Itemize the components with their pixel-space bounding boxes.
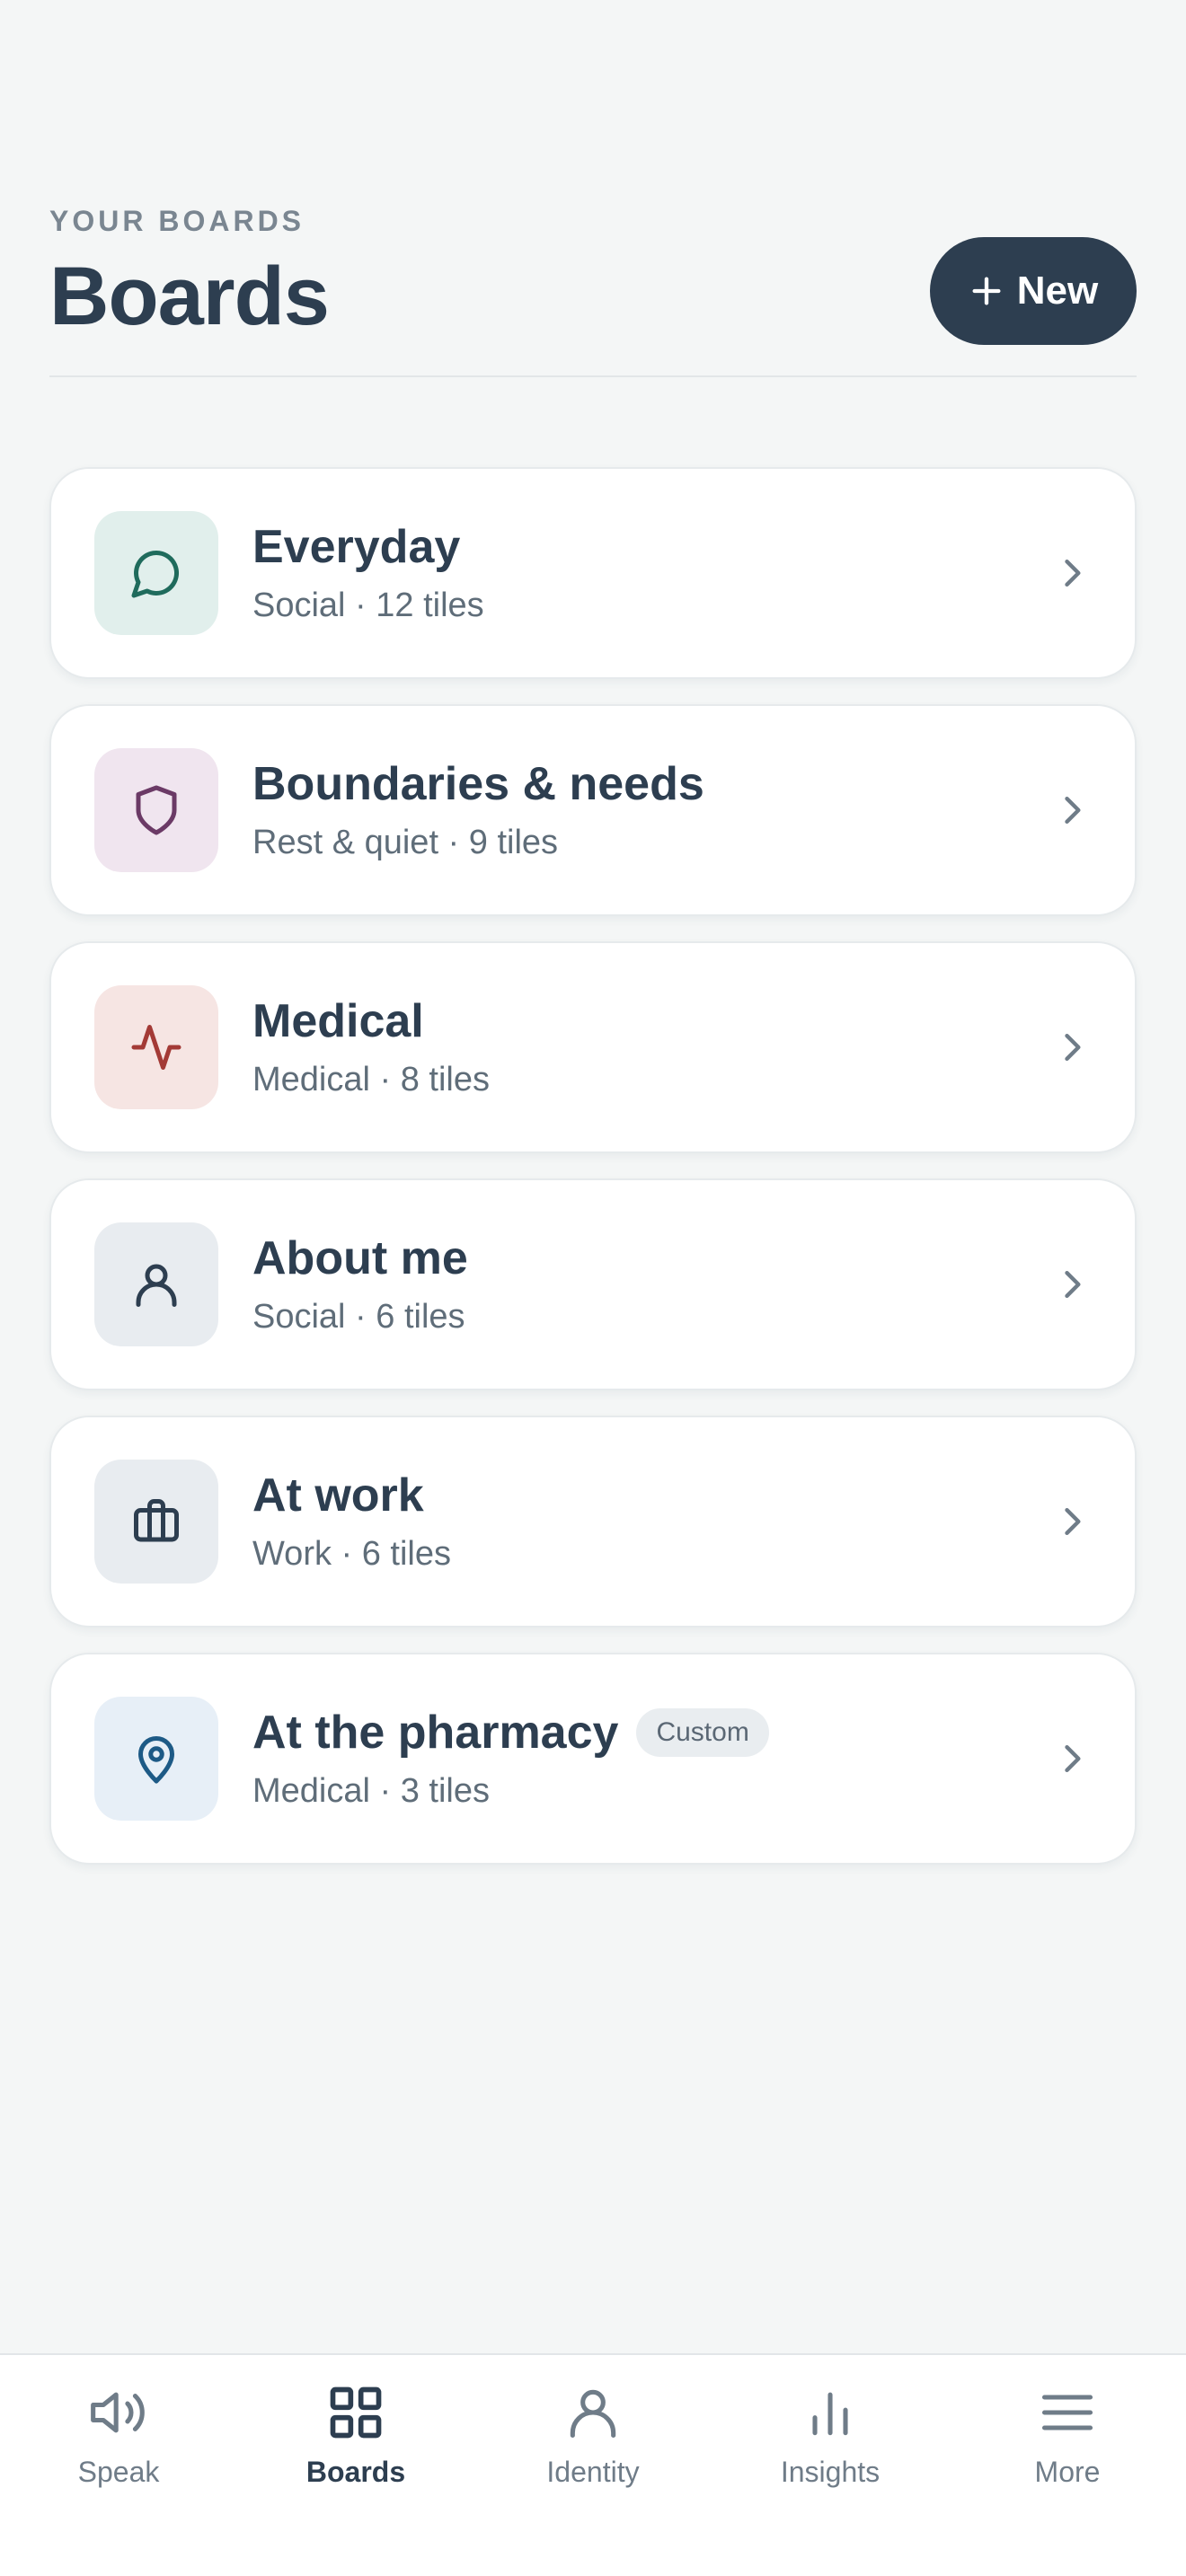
nav-item-insights[interactable]: Insights xyxy=(712,2355,949,2576)
map-pin-icon xyxy=(138,1736,174,1784)
menu-icon xyxy=(1041,2395,1093,2430)
page-title: Boards xyxy=(49,251,330,342)
nav-item-identity[interactable]: Identity xyxy=(474,2355,712,2576)
board-text: About me Social · 6 tiles xyxy=(252,1232,1052,1337)
person-icon xyxy=(136,1264,177,1307)
board-subtitle: Work · 6 tiles xyxy=(252,1535,452,1574)
board-text: Everyday Social · 12 tiles xyxy=(252,521,1052,626)
new-board-button[interactable]: New xyxy=(930,237,1137,345)
board-text: Boundaries & needs Rest & quiet · 9 tile… xyxy=(252,758,1052,863)
board-subtitle: Medical · 3 tiles xyxy=(252,1772,490,1811)
chevron-right-icon xyxy=(1065,796,1081,825)
new-button-label: New xyxy=(1016,269,1099,313)
grid-icon xyxy=(330,2386,382,2439)
board-icon-tile xyxy=(94,1460,218,1584)
speech-bubble-icon xyxy=(131,550,180,598)
board-card-at-work[interactable]: At work Work · 6 tiles xyxy=(49,1416,1137,1628)
board-title: Boundaries & needs xyxy=(252,757,704,810)
board-title: Medical xyxy=(252,994,424,1047)
board-text: Medical Medical · 8 tiles xyxy=(252,995,1052,1100)
board-icon-tile xyxy=(94,748,218,872)
board-card-boundaries-needs[interactable]: Boundaries & needs Rest & quiet · 9 tile… xyxy=(49,704,1137,916)
nav-label: Boards xyxy=(305,2456,406,2488)
chevron-right-icon xyxy=(1065,559,1081,587)
board-card-about-me[interactable]: About me Social · 6 tiles xyxy=(49,1178,1137,1390)
nav-label: Speak xyxy=(77,2456,160,2488)
board-title: About me xyxy=(252,1231,468,1284)
page-eyebrow: YOUR BOARDS xyxy=(49,205,305,237)
person-icon xyxy=(570,2389,616,2439)
nav-item-more[interactable]: More xyxy=(949,2355,1186,2576)
board-card-medical[interactable]: Medical Medical · 8 tiles xyxy=(49,941,1137,1153)
bar-chart-icon xyxy=(812,2392,848,2436)
board-icon-tile xyxy=(94,511,218,635)
board-subtitle: Medical · 8 tiles xyxy=(252,1061,490,1099)
board-icon-tile xyxy=(94,985,218,1109)
nav-item-boards[interactable]: Boards xyxy=(237,2355,474,2576)
chevron-right-icon xyxy=(1065,1507,1081,1536)
chevron-right-icon xyxy=(1065,1270,1081,1299)
pulse-icon xyxy=(131,1025,181,1070)
board-title-row: At the pharmacy Custom xyxy=(252,1707,1052,1760)
board-icon-tile xyxy=(94,1222,218,1346)
nav-label: More xyxy=(1034,2456,1101,2488)
nav-item-speak[interactable]: Speak xyxy=(0,2355,237,2576)
shield-icon xyxy=(136,785,177,835)
board-text: At work Work · 6 tiles xyxy=(252,1469,1052,1575)
board-title: At the pharmacy xyxy=(252,1706,619,1759)
board-list: Everyday Social · 12 tiles Boundaries & … xyxy=(49,467,1137,1865)
board-subtitle: Social · 6 tiles xyxy=(252,1298,465,1337)
board-text: At the pharmacy Custom Medical · 3 tiles xyxy=(252,1707,1052,1812)
board-subtitle: Rest & quiet · 9 tiles xyxy=(252,824,559,862)
boards-screen: YOUR BOARDS Boards New Everyday Social ·… xyxy=(0,0,1186,2576)
custom-badge: Custom xyxy=(636,1708,769,1758)
board-title: Everyday xyxy=(252,520,461,573)
board-card-at-the-pharmacy[interactable]: At the pharmacy Custom Medical · 3 tiles xyxy=(49,1653,1137,1865)
board-title-row: About me xyxy=(252,1232,1052,1286)
plus-icon xyxy=(972,277,1001,305)
speaker-icon xyxy=(91,2392,145,2433)
briefcase-icon xyxy=(134,1499,179,1542)
chevron-right-icon xyxy=(1065,1744,1081,1773)
board-card-everyday[interactable]: Everyday Social · 12 tiles xyxy=(49,467,1137,679)
board-subtitle: Social · 12 tiles xyxy=(252,587,484,625)
chevron-right-icon xyxy=(1065,1033,1081,1062)
page-header: YOUR BOARDS Boards New xyxy=(49,198,1137,377)
nav-label: Identity xyxy=(546,2456,640,2488)
bottom-nav: Speak Boards Identity Insights More xyxy=(0,2353,1186,2576)
board-title-row: Everyday xyxy=(252,521,1052,575)
board-title-row: Medical xyxy=(252,995,1052,1049)
board-icon-tile xyxy=(94,1697,218,1821)
board-title-row: Boundaries & needs xyxy=(252,758,1052,812)
board-title: At work xyxy=(252,1469,424,1522)
board-title-row: At work xyxy=(252,1469,1052,1523)
nav-label: Insights xyxy=(780,2456,881,2488)
